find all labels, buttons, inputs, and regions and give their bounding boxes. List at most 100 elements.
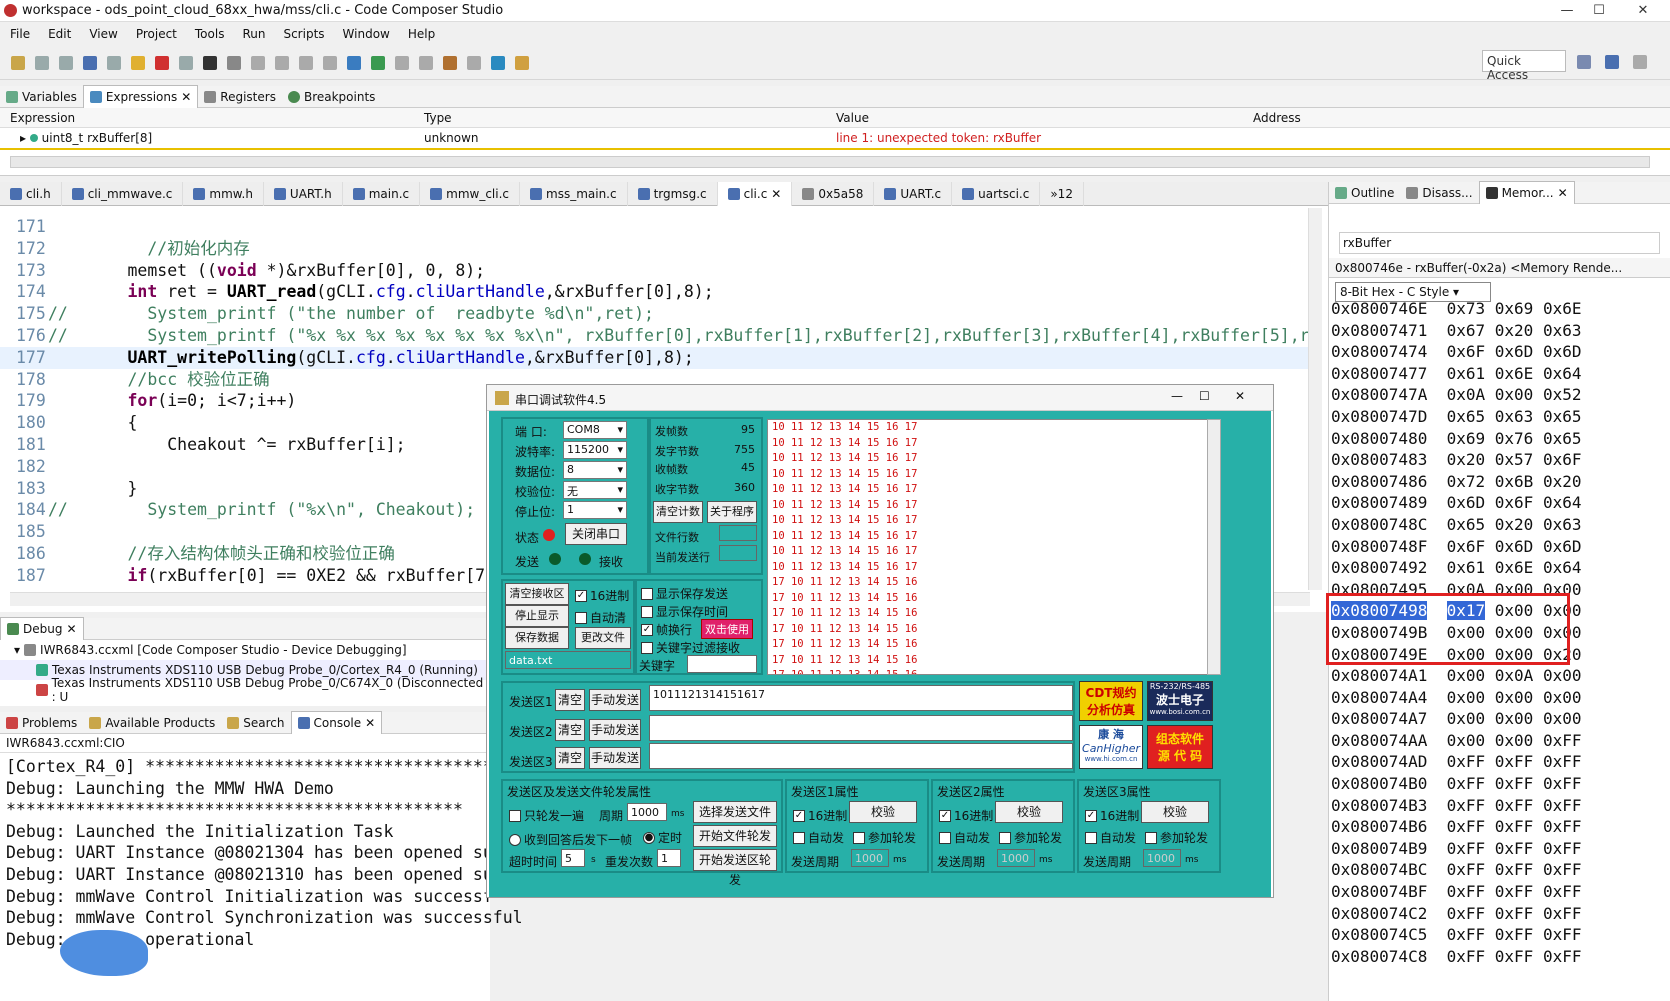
tab-search[interactable]: Search (221, 712, 290, 734)
memory-byte[interactable]: 0x65 (1447, 515, 1486, 534)
memory-byte[interactable]: 0x6E (1495, 558, 1534, 577)
change-file-button[interactable]: 更改文件 (575, 627, 631, 649)
close-icon[interactable]: ✕ (1620, 0, 1666, 21)
memory-byte[interactable]: 0x20 (1447, 450, 1486, 469)
area3-verify-button[interactable]: 校验 (1141, 801, 1209, 823)
memory-byte[interactable]: 0x69 (1447, 429, 1486, 448)
tab-uartsci-c[interactable]: uartsci.c (952, 181, 1041, 206)
memory-byte[interactable]: 0x65 (1543, 429, 1582, 448)
area2-auto-send-checkbox[interactable]: 自动发 (939, 829, 990, 846)
area1-auto-send-checkbox[interactable]: 自动发 (793, 829, 844, 846)
pin-icon[interactable] (515, 55, 529, 70)
memory-row[interactable]: 0x08007477 0x61 0x6E 0x64 (1331, 363, 1581, 385)
tab-cli-h[interactable]: cli.h (0, 181, 62, 206)
memory-row[interactable]: 0x0800747A 0x0A 0x00 0x52 (1331, 384, 1581, 406)
memory-byte[interactable]: 0xFF (1447, 925, 1486, 944)
step-over-icon[interactable] (275, 55, 289, 70)
memory-row[interactable]: 0x080074C5 0xFF 0xFF 0xFF (1331, 924, 1581, 946)
menu-scripts[interactable]: Scripts (283, 27, 324, 41)
maximize-icon[interactable]: ☐ (1584, 0, 1614, 21)
close-port-button[interactable]: 关闭串口 (565, 523, 627, 545)
minimize-icon[interactable]: — (1552, 0, 1582, 21)
memory-byte[interactable]: 0x0A (1447, 385, 1486, 404)
close-icon[interactable]: ✕ (181, 90, 191, 104)
memory-byte[interactable]: 0xFF (1447, 904, 1486, 923)
memory-byte[interactable]: 0x65 (1543, 407, 1582, 426)
memory-row[interactable]: 0x080074B9 0xFF 0xFF 0xFF (1331, 838, 1581, 860)
memory-byte[interactable]: 0xFF (1543, 860, 1582, 879)
tab-cli-c[interactable]: cli.c ✕ (717, 181, 793, 206)
memory-byte[interactable]: 0x6F (1447, 537, 1486, 556)
memory-row[interactable]: 0x08007480 0x69 0x76 0x65 (1331, 428, 1581, 450)
memory-byte[interactable]: 0xFF (1495, 839, 1534, 858)
memory-byte[interactable]: 0x00 (1495, 385, 1534, 404)
area2-hex16-checkbox[interactable]: ✓ 16进制 (939, 807, 993, 824)
memory-byte[interactable]: 0xFF (1543, 817, 1582, 836)
hammer-icon[interactable] (443, 55, 457, 70)
memory-row[interactable]: 0x080074A1 0x00 0x0A 0x00 (1331, 665, 1581, 687)
memory-byte[interactable]: 0x00 (1447, 709, 1486, 728)
clear-send1-button[interactable]: 清空 (555, 689, 585, 711)
memory-byte[interactable]: 0x57 (1495, 450, 1534, 469)
memory-byte[interactable]: 0x20 (1495, 321, 1534, 340)
tab-variables[interactable]: Variables (0, 86, 83, 108)
list-item[interactable]: ▾ IWR6843.ccxml [Code Composer Studio - … (0, 640, 490, 660)
scada-source-ad-logo[interactable]: 组态软件 源 代 码 (1147, 725, 1213, 769)
memory-row[interactable]: 0x08007492 0x61 0x6E 0x64 (1331, 557, 1581, 579)
memory-row[interactable]: 0x0800748F 0x6F 0x6D 0x6D (1331, 536, 1581, 558)
memory-byte[interactable]: 0xFF (1495, 774, 1534, 793)
memory-byte[interactable]: 0xFF (1447, 947, 1486, 966)
period-input[interactable]: 1000 (627, 803, 667, 821)
clear-count-button[interactable]: 清空计数 (653, 501, 703, 523)
tab-outline[interactable]: Outline (1329, 182, 1400, 204)
bosi-ad-logo[interactable]: RS-232/RS-485 波士电子 www.bosi.com.cn (1147, 681, 1213, 721)
search-icon[interactable] (491, 55, 505, 70)
memory-byte[interactable]: 0x00 (1543, 688, 1582, 707)
debug-view-icon[interactable] (83, 55, 97, 70)
edit-perspective-icon[interactable] (1633, 55, 1647, 69)
tab-overflow[interactable]: »12 (1040, 181, 1084, 206)
window-icon[interactable] (467, 55, 481, 70)
timed-radio[interactable]: ● 定时 (643, 829, 682, 846)
save-icon[interactable] (35, 55, 49, 70)
memory-row[interactable]: 0x08007483 0x20 0x57 0x6F (1331, 449, 1581, 471)
memory-byte[interactable]: 0x0A (1495, 666, 1534, 685)
memory-row[interactable]: 0x08007471 0x67 0x20 0x63 (1331, 320, 1581, 342)
memory-byte[interactable]: 0x69 (1495, 299, 1534, 318)
stop-display-button[interactable]: 停止显示 (505, 605, 569, 627)
perspective-icon[interactable] (1577, 55, 1591, 69)
memory-byte[interactable]: 0x00 (1543, 666, 1582, 685)
hex16-checkbox[interactable]: ✓ 16进制 (575, 587, 629, 604)
send3-input[interactable] (649, 743, 1073, 769)
retries-input[interactable]: 1 (657, 849, 681, 867)
table-row[interactable]: ▸ uint8_t rxBuffer[8] unknown line 1: un… (0, 128, 1670, 150)
area2-period-input[interactable]: 1000 (997, 849, 1035, 867)
parity-select[interactable]: 无 ▾ (563, 481, 627, 499)
memory-search-input[interactable]: rxBuffer (1339, 232, 1660, 254)
breakpoint-icon[interactable] (227, 55, 241, 70)
close-icon[interactable]: ✕ (1558, 186, 1568, 200)
memory-byte[interactable]: 0x00 (1447, 731, 1486, 750)
memory-byte[interactable]: 0x73 (1447, 299, 1486, 318)
memory-row[interactable]: 0x080074AA 0x00 0x00 0xFF (1331, 730, 1581, 752)
quick-access-input[interactable]: Quick Access (1482, 50, 1566, 82)
memory-byte[interactable]: 0x6E (1543, 299, 1582, 318)
tab-mmw-cli-c[interactable]: mmw_cli.c (420, 181, 520, 206)
select-send-file-button[interactable]: 选择发送文件 (693, 801, 777, 823)
memory-byte[interactable]: 0xFF (1495, 882, 1534, 901)
suspend-icon[interactable] (131, 55, 145, 70)
memory-byte[interactable]: 0xFF (1543, 774, 1582, 793)
memory-row[interactable]: 0x080074B0 0xFF 0xFF 0xFF (1331, 773, 1581, 795)
memory-byte[interactable]: 0x00 (1495, 709, 1534, 728)
memory-byte[interactable]: 0xFF (1543, 882, 1582, 901)
close-icon[interactable]: ✕ (771, 187, 781, 201)
memory-byte[interactable]: 0x64 (1543, 493, 1582, 512)
send1-input[interactable]: 1011121314151617 (649, 685, 1073, 711)
data-bits-select[interactable]: 8 ▾ (563, 461, 627, 479)
manual-send1-button[interactable]: 手动发送 (589, 689, 641, 711)
memory-row[interactable]: 0x0800747D 0x65 0x63 0x65 (1331, 406, 1581, 428)
memory-byte[interactable]: 0x20 (1495, 515, 1534, 534)
reset-icon[interactable] (323, 55, 337, 70)
clear-send2-button[interactable]: 清空 (555, 719, 585, 741)
filename-field[interactable]: data.txt (505, 651, 631, 669)
